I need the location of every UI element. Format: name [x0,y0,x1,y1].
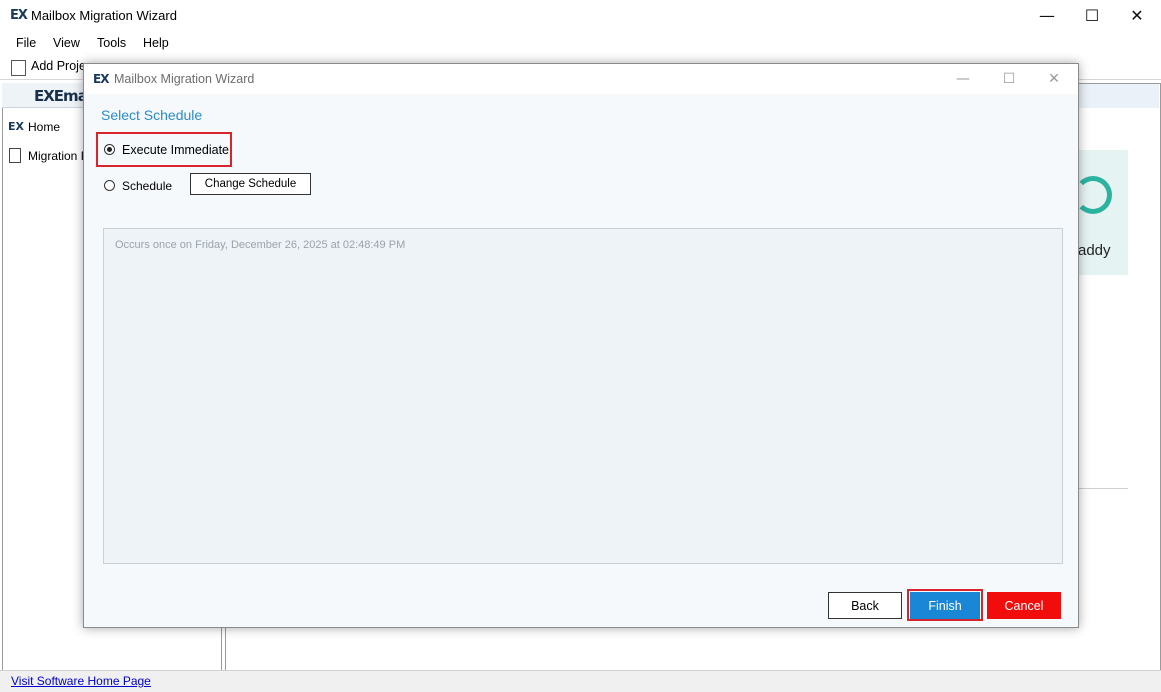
execute-immediate-radio[interactable] [104,144,115,155]
divider [1078,488,1128,489]
schedule-summary-box [103,228,1063,564]
menu-help[interactable]: Help [143,36,169,50]
schedule-label: Schedule [122,179,173,193]
section-title: Select Schedule [101,107,203,123]
change-schedule-button[interactable]: Change Schedule [190,173,311,195]
ex-logo-icon: EX [8,120,24,133]
dialog-title: Mailbox Migration Wizard [114,72,255,86]
add-project-button[interactable]: Add Proje [31,59,86,73]
schedule-radio[interactable] [104,180,115,191]
minimize-button[interactable]: — [1024,0,1070,31]
finish-button[interactable]: Finish [910,592,980,619]
main-window-title: Mailbox Migration Wizard [31,8,177,23]
menu-file[interactable]: File [16,36,36,50]
cancel-button[interactable]: Cancel [987,592,1061,619]
schedule-dialog: EX Mailbox Migration Wizard — ☐ ✕ Select… [83,63,1079,628]
back-button[interactable]: Back [828,592,902,619]
dialog-logo-icon: EX [93,72,109,86]
close-button[interactable]: ✕ [1114,0,1160,31]
visit-home-page-link[interactable]: Visit Software Home Page [11,674,151,688]
status-bar [0,670,1161,692]
provider-card-label: addy [1078,242,1111,259]
add-project-icon [11,60,26,76]
nav-item-label: Home [28,120,61,134]
document-icon [9,148,21,163]
brand-logo: EXEma [34,87,88,105]
dialog-maximize-button[interactable]: ☐ [987,64,1031,94]
dialog-title-bar: EX Mailbox Migration Wizard — ☐ ✕ [84,64,1078,94]
schedule-summary-text: Occurs once on Friday, December 26, 2025… [115,239,406,251]
dialog-close-button[interactable]: ✕ [1032,64,1076,94]
app-logo-icon: EX [10,8,28,23]
menu-view[interactable]: View [53,36,80,50]
execute-immediate-label: Execute Immediate [122,143,229,157]
dialog-minimize-button[interactable]: — [941,64,985,94]
main-title-bar: EX Mailbox Migration Wizard — ☐ ✕ [0,0,1161,31]
maximize-button[interactable]: ☐ [1069,0,1115,31]
menu-tools[interactable]: Tools [97,36,126,50]
menu-bar: File View Tools Help [0,31,1161,55]
execute-immediate-option[interactable]: Execute Immediate [104,142,234,160]
schedule-option[interactable]: Schedule [104,178,174,196]
provider-logo-icon [1074,176,1112,214]
